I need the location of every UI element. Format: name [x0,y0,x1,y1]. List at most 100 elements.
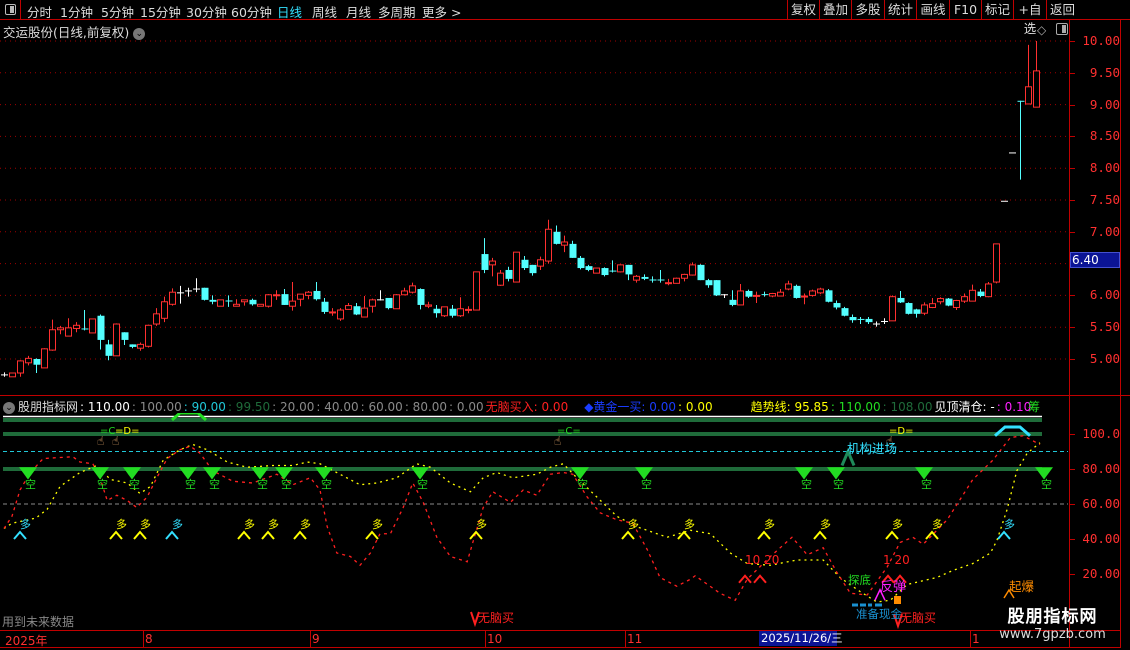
tab-period-0[interactable]: 分时 [27,2,52,21]
candlestick-chart[interactable] [0,20,1068,395]
candle[interactable] [353,303,361,316]
candle[interactable] [425,301,432,309]
candle[interactable] [689,262,696,276]
tab-period-8[interactable]: 月线 [346,2,371,21]
candle[interactable] [865,317,873,325]
candle[interactable] [161,296,168,323]
candle[interactable] [753,291,760,304]
candle[interactable] [233,299,240,307]
candle[interactable] [169,288,176,306]
candle[interactable] [241,299,248,306]
candle[interactable] [809,289,816,297]
candle[interactable] [145,324,152,348]
candle[interactable] [409,282,416,294]
candle[interactable] [1025,44,1032,105]
candle[interactable] [481,238,489,274]
candle[interactable] [97,314,105,350]
candle[interactable] [801,293,808,305]
toolbar-button-6[interactable]: 标记 [981,0,1013,19]
candle[interactable] [57,325,64,335]
candle[interactable] [889,295,896,322]
toolbar-button-5[interactable]: F10 [949,0,981,19]
candle[interactable] [953,299,960,311]
candle[interactable] [697,264,705,281]
tab-period-7[interactable]: 周线 [312,2,337,21]
candle[interactable] [833,300,841,310]
candle[interactable] [537,256,544,270]
tab-period-4[interactable]: 30分钟 [186,2,227,21]
candle[interactable] [41,348,48,369]
toolbar-button-8[interactable]: 返回 [1046,0,1078,19]
candle[interactable] [209,295,217,305]
candle[interactable] [265,294,272,308]
candle[interactable] [129,344,137,349]
candle[interactable] [945,297,953,307]
candle[interactable] [1,372,8,377]
candle[interactable] [417,288,425,310]
layout-toggle-icon[interactable] [0,0,21,19]
candle[interactable] [225,295,233,307]
candle[interactable] [665,278,672,286]
candle[interactable] [825,289,833,303]
candle[interactable] [617,264,624,273]
candle[interactable] [1033,41,1040,108]
candle[interactable] [25,355,32,366]
candle[interactable] [17,360,24,377]
candle[interactable] [553,225,561,245]
candle[interactable] [585,264,593,272]
candle[interactable] [577,255,585,270]
candle[interactable] [337,308,344,321]
candle[interactable] [569,240,577,258]
candle[interactable] [761,291,769,297]
toolbar-button-3[interactable]: 统计 [884,0,916,19]
candle[interactable] [105,339,113,361]
candle[interactable] [473,271,480,311]
candle[interactable] [217,299,224,307]
candle[interactable] [873,321,880,327]
toolbar-button-1[interactable]: 叠加 [819,0,851,19]
candle[interactable] [985,282,992,298]
candle[interactable] [305,290,312,300]
candle[interactable] [785,280,792,291]
chevron-down-icon[interactable]: ⌄ [3,401,15,414]
candle[interactable] [9,372,16,378]
candle[interactable] [137,342,144,351]
candle[interactable] [881,318,888,325]
candle[interactable] [497,269,504,286]
candle[interactable] [489,257,496,277]
tab-period-3[interactable]: 15分钟 [140,2,181,21]
candle[interactable] [529,264,537,276]
candle[interactable] [841,306,849,317]
candle[interactable] [385,297,393,310]
toolbar-button-7[interactable]: +自选 [1013,0,1046,36]
candle[interactable] [297,293,304,307]
tab-period-1[interactable]: 1分钟 [60,2,93,21]
candle[interactable] [705,278,713,288]
candle[interactable] [273,290,280,300]
candle[interactable] [897,290,905,304]
candle[interactable] [433,304,441,318]
candle[interactable] [977,289,985,298]
candle[interactable] [857,317,865,325]
candle[interactable] [993,243,1000,284]
candle[interactable] [33,358,41,373]
candle[interactable] [609,260,617,273]
candle[interactable] [641,274,649,281]
candle[interactable] [713,280,721,297]
candle[interactable] [1017,100,1025,180]
candle[interactable] [657,269,665,283]
candle[interactable] [393,294,400,310]
candle[interactable] [649,276,657,283]
toolbar-button-4[interactable]: 画线 [916,0,949,19]
candle[interactable] [849,314,857,323]
candle[interactable] [345,303,352,310]
candle[interactable] [505,266,513,282]
candle[interactable] [201,287,209,301]
candle[interactable] [369,298,376,313]
tab-period-10[interactable]: 更多 > [422,2,461,21]
candle[interactable] [329,308,336,316]
candle[interactable] [441,306,448,318]
candle[interactable] [457,297,464,318]
toolbar-button-0[interactable]: 复权 [787,0,819,19]
candle[interactable] [625,264,633,281]
